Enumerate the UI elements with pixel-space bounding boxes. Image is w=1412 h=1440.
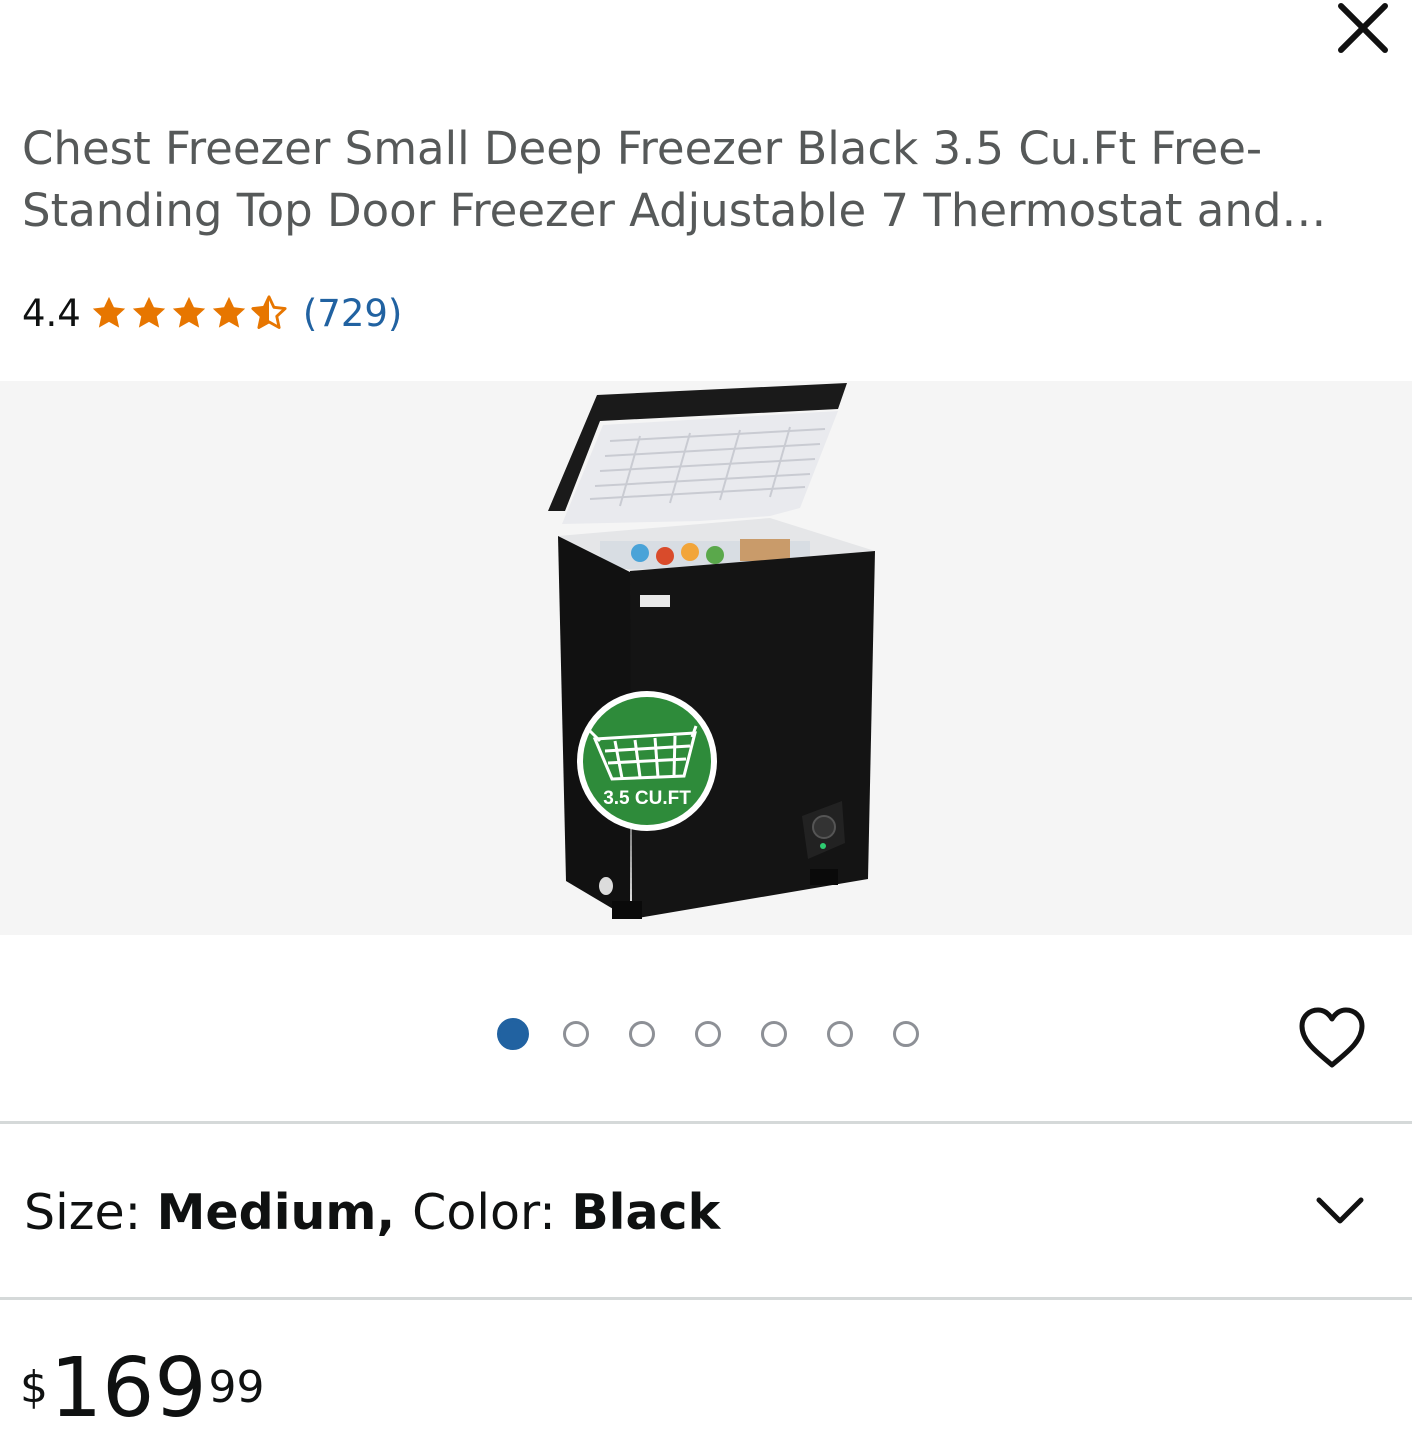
product-image: 3.5 CU.FT (548, 383, 875, 919)
rating-value: 4.4 (22, 291, 81, 335)
close-button[interactable] (1328, 0, 1398, 60)
heart-outline-icon (1299, 1007, 1365, 1068)
half-star-icon (251, 295, 287, 329)
variation-selector[interactable]: Size: Medium, Color: Black (0, 1126, 1412, 1298)
carousel-dot[interactable] (497, 1018, 529, 1050)
carousel-dot[interactable] (695, 1021, 721, 1047)
price-fraction: 99 (208, 1362, 265, 1413)
size-label: Size: (24, 1184, 157, 1241)
star-icon (212, 296, 245, 328)
color-value: Black (571, 1184, 721, 1241)
star-icon (92, 296, 125, 328)
product-image-panel[interactable]: 3.5 CU.FT (0, 381, 1412, 935)
variation-summary: Size: Medium, Color: Black (24, 1178, 720, 1248)
carousel-dot[interactable] (827, 1021, 853, 1047)
star-icon (132, 296, 165, 328)
rating-row[interactable]: 4.4 (729) (22, 285, 402, 341)
review-count-link[interactable]: (729) (303, 292, 403, 335)
close-icon (1338, 3, 1388, 53)
star-rating (89, 294, 289, 332)
capacity-badge-text: 3.5 CU.FT (603, 788, 691, 809)
image-carousel-dots[interactable] (497, 1016, 959, 1052)
carousel-dot[interactable] (629, 1021, 655, 1047)
price: $ 169 99 (20, 1348, 265, 1430)
product-title: Chest Freezer Small Deep Freezer Black 3… (22, 122, 1282, 237)
size-value: Medium (156, 1184, 377, 1241)
variation-dropdown-toggle[interactable] (1310, 1186, 1370, 1236)
divider (0, 1297, 1412, 1300)
divider (0, 1121, 1412, 1124)
carousel-dot[interactable] (893, 1021, 919, 1047)
price-symbol: $ (20, 1362, 48, 1413)
carousel-dot[interactable] (761, 1021, 787, 1047)
chevron-down-icon (1316, 1197, 1364, 1224)
wishlist-button[interactable] (1290, 1000, 1374, 1076)
color-label: Color: (412, 1184, 572, 1241)
price-whole: 169 (50, 1341, 207, 1436)
variation-separator: , (376, 1184, 413, 1241)
carousel-dot[interactable] (563, 1021, 589, 1047)
star-icon (172, 296, 205, 328)
